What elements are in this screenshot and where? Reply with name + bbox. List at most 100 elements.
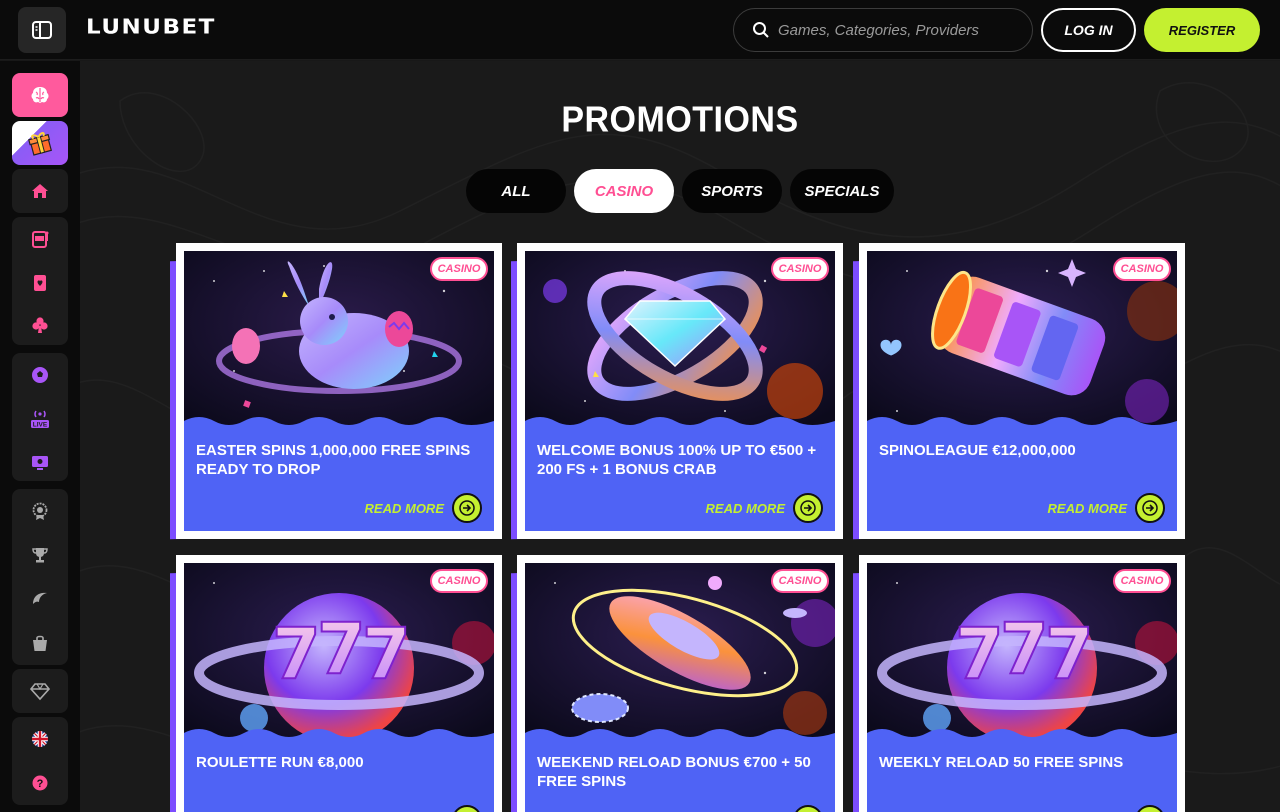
sidebar-item-lunu[interactable]	[12, 577, 68, 621]
top-bar: LUNUBET LOG IN REGISTER	[0, 0, 1280, 60]
live-label: LIVE	[33, 422, 48, 429]
sidebar-item-rewards[interactable]	[12, 489, 68, 533]
sidebar-item-tournaments[interactable]	[12, 533, 68, 577]
arrow-right-icon	[1135, 493, 1165, 523]
login-button[interactable]: LOG IN	[1041, 8, 1136, 52]
promo-card-body: CASINO WEEKEND RELOAD BONUS €700 + 50 FR…	[525, 563, 835, 812]
promo-card[interactable]: CASINO EASTER SPINS 1,000,000 FREE SPINS…	[170, 243, 502, 540]
arrow-right-icon	[793, 493, 823, 523]
promo-card-frame: CASINO EASTER SPINS 1,000,000 FREE SPINS…	[176, 243, 502, 539]
main-content: PROMOTIONS ALL CASINO SPORTS SPECIALS CA…	[80, 61, 1280, 812]
promo-card[interactable]: CASINO WEEKEND RELOAD BONUS €700 + 50 FR…	[511, 555, 843, 812]
tab-all[interactable]: ALL	[466, 169, 566, 213]
promo-card-frame: 7 7 7 CASINO WEEKLY RELOAD 50 FREE SPINS…	[859, 555, 1185, 812]
promo-card[interactable]: CASINO SPINOLEAGUE €12,000,000 READ MORE	[853, 243, 1185, 540]
sidebar-item-club[interactable]	[12, 303, 68, 347]
uk-flag-icon	[32, 731, 48, 747]
read-more-label: READ MORE	[705, 500, 785, 516]
sidebar-item-home[interactable]	[12, 169, 68, 213]
promo-card[interactable]: 7 7 7 CASINO ROULETTE RUN €8,000 READ MO…	[170, 555, 502, 812]
sidebar-item-sports[interactable]	[12, 353, 68, 397]
read-more-link[interactable]: READ MORE	[706, 493, 823, 523]
page-title: PROMOTIONS	[561, 100, 799, 140]
promo-card[interactable]: 7 7 7 CASINO WEEKLY RELOAD 50 FREE SPINS…	[853, 555, 1185, 812]
award-icon	[32, 502, 48, 520]
sidebar-item-brain[interactable]	[12, 73, 68, 117]
soccer-ball-icon	[32, 367, 48, 383]
sidebar-item-vip[interactable]	[12, 669, 68, 713]
tab-sports[interactable]: SPORTS	[682, 169, 782, 213]
search-input[interactable]	[778, 21, 1018, 39]
sidebar-item-language[interactable]	[12, 717, 68, 761]
seven-glyph: 7	[1045, 613, 1094, 695]
promo-title: WEEKLY RELOAD 50 FREE SPINS	[879, 754, 1124, 771]
slot-machine-icon	[32, 231, 49, 248]
seven-glyph: 7	[1000, 608, 1049, 690]
promo-card-frame: CASINO SPINOLEAGUE €12,000,000 READ MORE	[859, 243, 1185, 539]
promo-card-frame: CASINO WELCOME BONUS 100% UP TO €500 + 2…	[517, 243, 843, 539]
category-badge: CASINO	[1113, 257, 1171, 281]
arrow-right-icon	[452, 805, 482, 812]
help-label: ?	[37, 778, 44, 790]
cards-icon	[34, 275, 46, 291]
lunubet-logo[interactable]: LUNUBET	[86, 15, 216, 38]
trophy-icon	[32, 548, 48, 563]
sidebar-item-esports[interactable]	[12, 441, 68, 485]
sidebar: LIVE ?	[0, 61, 80, 812]
gift-icon	[28, 132, 53, 156]
sidebar-toggle-icon	[32, 21, 52, 39]
promo-card-frame: 7 7 7 CASINO ROULETTE RUN €8,000 READ MO…	[176, 555, 502, 812]
promo-card-body: 7 7 7 CASINO WEEKLY RELOAD 50 FREE SPINS…	[867, 563, 1177, 812]
seven-glyph: 7	[362, 613, 411, 695]
read-more-link[interactable]: READ MORE	[365, 493, 482, 523]
promo-card-frame: CASINO WEEKEND RELOAD BONUS €700 + 50 FR…	[517, 555, 843, 812]
arrow-right-icon	[452, 493, 482, 523]
sidebar-item-gift[interactable]	[12, 121, 68, 165]
sidebar-toggle-button[interactable]	[18, 7, 66, 53]
promo-card-body: CASINO SPINOLEAGUE €12,000,000 READ MORE	[867, 251, 1177, 531]
category-badge: CASINO	[771, 569, 829, 593]
category-badge: CASINO	[771, 257, 829, 281]
read-more-link[interactable]: READ MORE	[1048, 805, 1165, 812]
read-more-label: READ MORE	[364, 500, 444, 516]
read-more-link[interactable]: READ MORE	[1048, 493, 1165, 523]
promo-title: ROULETTE RUN €8,000	[196, 754, 364, 771]
promo-card-body: 7 7 7 CASINO ROULETTE RUN €8,000 READ MO…	[184, 563, 494, 812]
arrow-right-icon	[1135, 805, 1165, 812]
read-more-link[interactable]: READ MORE	[706, 805, 823, 812]
sidebar-item-shop[interactable]	[12, 621, 68, 665]
seven-glyph: 7	[317, 608, 366, 690]
category-badge: CASINO	[430, 569, 488, 593]
read-more-label: READ MORE	[1047, 500, 1127, 516]
arrow-right-icon	[793, 805, 823, 812]
seven-glyph: 7	[955, 613, 1004, 695]
sidebar-item-slots[interactable]	[12, 217, 68, 261]
home-icon	[32, 184, 48, 198]
diamond-icon	[30, 683, 50, 701]
swoosh-icon	[33, 592, 47, 604]
read-more-link[interactable]: READ MORE	[365, 805, 482, 812]
promo-card-body: CASINO EASTER SPINS 1,000,000 FREE SPINS…	[184, 251, 494, 531]
category-badge: CASINO	[430, 257, 488, 281]
promo-card[interactable]: CASINO WELCOME BONUS 100% UP TO €500 + 2…	[511, 243, 843, 540]
help-icon: ?	[32, 775, 48, 791]
live-icon: LIVE	[31, 410, 49, 429]
tab-casino[interactable]: CASINO	[574, 169, 674, 213]
search-box[interactable]	[733, 8, 1033, 52]
tab-specials[interactable]: SPECIALS	[790, 169, 894, 213]
esports-monitor-icon	[32, 456, 48, 470]
seven-glyph: 7	[272, 613, 321, 695]
club-icon	[32, 317, 48, 333]
search-icon	[753, 22, 769, 38]
sidebar-item-live[interactable]: LIVE	[12, 397, 68, 441]
promo-title: SPINOLEAGUE €12,000,000	[879, 442, 1076, 459]
brain-icon	[31, 87, 49, 103]
category-badge: CASINO	[1113, 569, 1171, 593]
register-button[interactable]: REGISTER	[1144, 8, 1260, 52]
sidebar-item-cards[interactable]	[12, 261, 68, 305]
promo-card-body: CASINO WELCOME BONUS 100% UP TO €500 + 2…	[525, 251, 835, 531]
promo-title: WEEKEND RELOAD BONUS €700 + 50 FREE SPIN…	[537, 754, 811, 790]
promo-title: WELCOME BONUS 100% UP TO €500 + 200 FS +…	[537, 442, 817, 478]
sidebar-item-help[interactable]: ?	[12, 761, 68, 805]
shopping-bag-icon	[33, 635, 47, 651]
